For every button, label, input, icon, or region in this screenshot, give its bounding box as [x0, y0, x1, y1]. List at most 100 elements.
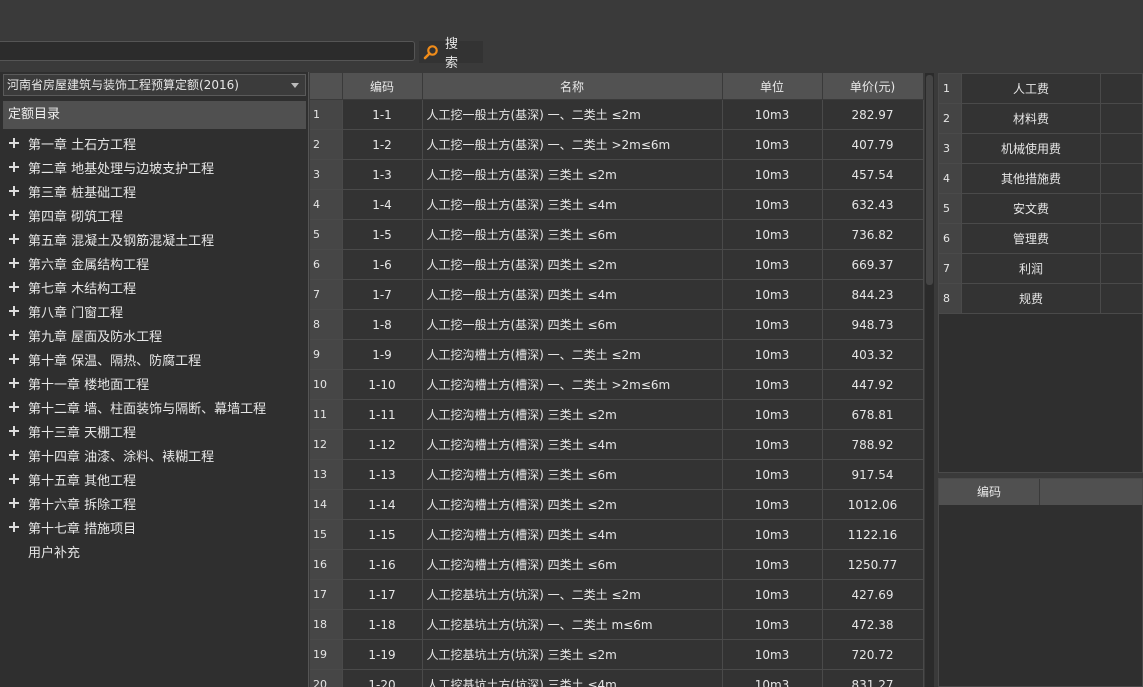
- row-name[interactable]: 人工挖沟槽土方(槽深) 三类土 ≤6m: [422, 459, 723, 490]
- column-header-price[interactable]: 单价(元): [822, 73, 924, 100]
- tree-item[interactable]: 第一章 土石方工程: [0, 131, 306, 155]
- fee-value[interactable]: [1100, 283, 1142, 314]
- row-name[interactable]: 人工挖沟槽土方(槽深) 四类土 ≤2m: [422, 489, 723, 520]
- row-code[interactable]: 1-2: [342, 129, 423, 160]
- row-name[interactable]: 人工挖基坑土方(坑深) 一、二类土 m≤6m: [422, 609, 723, 640]
- expand-plus-icon[interactable]: [9, 282, 19, 292]
- tree-item[interactable]: 第十一章 楼地面工程: [0, 371, 306, 395]
- row-code[interactable]: 1-5: [342, 219, 423, 250]
- row-price[interactable]: 1122.16: [822, 519, 924, 550]
- table-row[interactable]: 9 1-9 人工挖沟槽土方(槽深) 一、二类土 ≤2m 10m3 403.32: [310, 339, 924, 370]
- table-row[interactable]: 3 1-3 人工挖一般土方(基深) 三类土 ≤2m 10m3 457.54: [310, 159, 924, 190]
- fee-value[interactable]: [1100, 74, 1142, 104]
- table-row[interactable]: 13 1-13 人工挖沟槽土方(槽深) 三类土 ≤6m 10m3 917.54: [310, 459, 924, 490]
- table-row[interactable]: 19 1-19 人工挖基坑土方(坑深) 三类土 ≤2m 10m3 720.72: [310, 639, 924, 670]
- row-name[interactable]: 人工挖沟槽土方(槽深) 三类土 ≤2m: [422, 399, 723, 430]
- tree-item[interactable]: 第七章 木结构工程: [0, 275, 306, 299]
- column-header-unit[interactable]: 单位: [722, 73, 823, 100]
- row-unit[interactable]: 10m3: [722, 249, 823, 280]
- table-row[interactable]: 20 1-20 人工挖基坑土方(坑深) 三类土 ≤4m 10m3 831.27: [310, 669, 924, 687]
- row-code[interactable]: 1-20: [342, 669, 423, 687]
- expand-plus-icon[interactable]: [9, 354, 19, 364]
- row-number[interactable]: 15: [310, 519, 343, 550]
- expand-plus-icon[interactable]: [9, 378, 19, 388]
- row-name[interactable]: 人工挖基坑土方(坑深) 三类土 ≤2m: [422, 639, 723, 670]
- column-header-code[interactable]: 编码: [939, 479, 1040, 505]
- row-code[interactable]: 1-16: [342, 549, 423, 580]
- table-row[interactable]: 8 1-8 人工挖一般土方(基深) 四类土 ≤6m 10m3 948.73: [310, 309, 924, 340]
- expand-plus-icon[interactable]: [9, 258, 19, 268]
- search-button[interactable]: 搜 索: [419, 37, 483, 71]
- tree-item[interactable]: 第四章 砌筑工程: [0, 203, 306, 227]
- row-code[interactable]: 1-8: [342, 309, 423, 340]
- row-code[interactable]: 1-11: [342, 399, 423, 430]
- row-number[interactable]: 4: [310, 189, 343, 220]
- row-number[interactable]: 12: [310, 429, 343, 460]
- row-name[interactable]: 人工挖一般土方(基深) 三类土 ≤2m: [422, 159, 723, 190]
- table-row[interactable]: 6 1-6 人工挖一般土方(基深) 四类土 ≤2m 10m3 669.37: [310, 249, 924, 280]
- row-number[interactable]: 2: [310, 129, 343, 160]
- fee-value[interactable]: [1100, 103, 1142, 134]
- fee-row[interactable]: 5 安文费: [939, 193, 1142, 224]
- row-name[interactable]: 人工挖一般土方(基深) 一、二类土 ≤2m: [422, 99, 723, 130]
- row-unit[interactable]: 10m3: [722, 669, 823, 687]
- row-unit[interactable]: 10m3: [722, 609, 823, 640]
- row-number[interactable]: 16: [310, 549, 343, 580]
- tree-item[interactable]: 第三章 桩基础工程: [0, 179, 306, 203]
- row-name[interactable]: 人工挖一般土方(基深) 三类土 ≤6m: [422, 219, 723, 250]
- row-unit[interactable]: 10m3: [722, 99, 823, 130]
- table-row[interactable]: 7 1-7 人工挖一般土方(基深) 四类土 ≤4m 10m3 844.23: [310, 279, 924, 310]
- fee-name[interactable]: 管理费: [961, 223, 1101, 254]
- row-unit[interactable]: 10m3: [722, 339, 823, 370]
- row-price[interactable]: 632.43: [822, 189, 924, 220]
- quota-select[interactable]: 河南省房屋建筑与装饰工程预算定额(2016): [3, 74, 306, 96]
- row-price[interactable]: 403.32: [822, 339, 924, 370]
- row-code[interactable]: 1-15: [342, 519, 423, 550]
- row-price[interactable]: 678.81: [822, 399, 924, 430]
- row-code[interactable]: 1-13: [342, 459, 423, 490]
- row-unit[interactable]: 10m3: [722, 429, 823, 460]
- expand-plus-icon[interactable]: [9, 306, 19, 316]
- table-row[interactable]: 1 1-1 人工挖一般土方(基深) 一、二类土 ≤2m 10m3 282.97: [310, 99, 924, 130]
- row-unit[interactable]: 10m3: [722, 369, 823, 400]
- row-number[interactable]: 14: [310, 489, 343, 520]
- row-unit[interactable]: 10m3: [722, 129, 823, 160]
- table-row[interactable]: 10 1-10 人工挖沟槽土方(槽深) 一、二类土 >2m≤6m 10m3 447.92: [310, 369, 924, 400]
- row-unit[interactable]: 10m3: [722, 639, 823, 670]
- row-code[interactable]: 1-17: [342, 579, 423, 610]
- expand-plus-icon[interactable]: [9, 402, 19, 412]
- fee-value[interactable]: [1100, 223, 1142, 254]
- tree-item[interactable]: 第十五章 其他工程: [0, 467, 306, 491]
- row-unit[interactable]: 10m3: [722, 399, 823, 430]
- row-number[interactable]: 9: [310, 339, 343, 370]
- row-name[interactable]: 人工挖一般土方(基深) 四类土 ≤2m: [422, 249, 723, 280]
- row-price[interactable]: 788.92: [822, 429, 924, 460]
- table-row[interactable]: 12 1-12 人工挖沟槽土方(槽深) 三类土 ≤4m 10m3 788.92: [310, 429, 924, 460]
- expand-plus-icon[interactable]: [9, 426, 19, 436]
- tree-item[interactable]: 第二章 地基处理与边坡支护工程: [0, 155, 306, 179]
- row-price[interactable]: 844.23: [822, 279, 924, 310]
- column-header-code[interactable]: 编码: [342, 73, 423, 100]
- row-code[interactable]: 1-6: [342, 249, 423, 280]
- tree-item[interactable]: 第八章 门窗工程: [0, 299, 306, 323]
- row-number[interactable]: 11: [310, 399, 343, 430]
- row-name[interactable]: 人工挖沟槽土方(槽深) 一、二类土 ≤2m: [422, 339, 723, 370]
- row-price[interactable]: 736.82: [822, 219, 924, 250]
- scrollbar-thumb[interactable]: [926, 75, 933, 285]
- row-price[interactable]: 1250.77: [822, 549, 924, 580]
- row-name[interactable]: 人工挖基坑土方(坑深) 一、二类土 ≤2m: [422, 579, 723, 610]
- fee-name[interactable]: 人工费: [961, 74, 1101, 104]
- tree-item[interactable]: 第六章 金属结构工程: [0, 251, 306, 275]
- expand-plus-icon[interactable]: [9, 522, 19, 532]
- table-row[interactable]: 4 1-4 人工挖一般土方(基深) 三类土 ≤4m 10m3 632.43: [310, 189, 924, 220]
- fee-name[interactable]: 其他措施费: [961, 163, 1101, 194]
- row-code[interactable]: 1-14: [342, 489, 423, 520]
- table-row[interactable]: 11 1-11 人工挖沟槽土方(槽深) 三类土 ≤2m 10m3 678.81: [310, 399, 924, 430]
- row-unit[interactable]: 10m3: [722, 219, 823, 250]
- tree-item[interactable]: 第十二章 墙、柱面装饰与隔断、幕墙工程: [0, 395, 306, 419]
- expand-plus-icon[interactable]: [9, 330, 19, 340]
- row-name[interactable]: 人工挖一般土方(基深) 四类土 ≤4m: [422, 279, 723, 310]
- row-unit[interactable]: 10m3: [722, 549, 823, 580]
- row-number[interactable]: 18: [310, 609, 343, 640]
- fee-name[interactable]: 安文费: [961, 193, 1101, 224]
